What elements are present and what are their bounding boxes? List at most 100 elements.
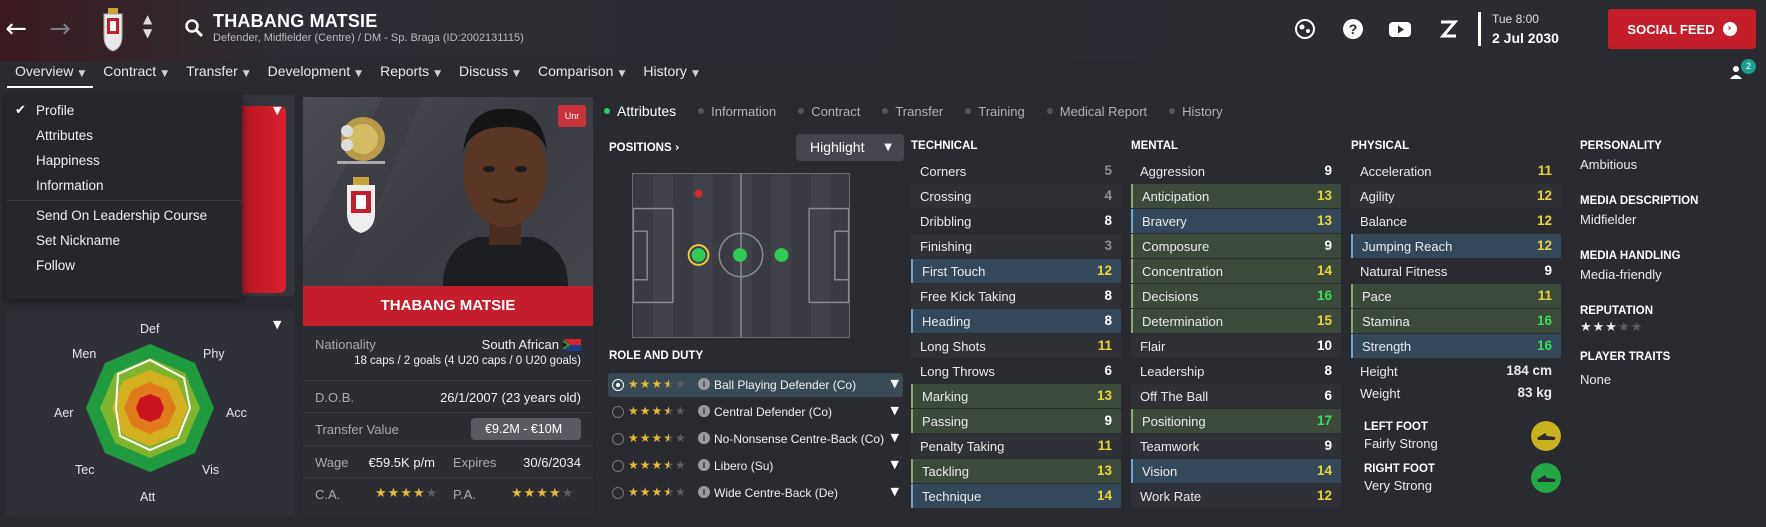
network-globe-icon[interactable] bbox=[1292, 16, 1318, 42]
dropdown-item-set-nickname[interactable]: Set Nickname bbox=[6, 228, 242, 253]
technical-attr-row[interactable]: Penalty Taking 11 bbox=[911, 434, 1121, 458]
technical-attr-row[interactable]: Heading 8 bbox=[911, 309, 1121, 333]
technical-attr-row[interactable]: First Touch 12 bbox=[911, 259, 1121, 283]
dropdown-item-happiness[interactable]: Happiness bbox=[6, 148, 242, 173]
game-date[interactable]: Tue 8:00 2 Jul 2030 bbox=[1478, 12, 1559, 46]
chevron-down-icon[interactable]: ▼ bbox=[891, 485, 899, 498]
tab-transfer[interactable]: Transfer bbox=[882, 104, 943, 119]
physical-attr-row[interactable]: Natural Fitness 9 bbox=[1351, 259, 1561, 283]
role-radio[interactable] bbox=[612, 487, 624, 499]
menu-comparison[interactable]: Comparison ▼ bbox=[530, 60, 633, 88]
technical-attr-row[interactable]: Tackling 13 bbox=[911, 459, 1121, 483]
mental-attr-row[interactable]: Leadership 8 bbox=[1131, 359, 1341, 383]
chevron-down-icon[interactable]: ▼ bbox=[891, 458, 899, 471]
video-play-icon[interactable] bbox=[1387, 16, 1413, 42]
tab-attributes[interactable]: Attributes bbox=[604, 103, 676, 119]
highlight-dropdown[interactable]: Highlight ▼ bbox=[796, 134, 904, 161]
attr-value: 12 bbox=[1316, 488, 1332, 503]
mental-attr-row[interactable]: Anticipation 13 bbox=[1131, 184, 1341, 208]
role-radio[interactable] bbox=[612, 406, 624, 418]
dropdown-item-follow[interactable]: Follow bbox=[6, 253, 242, 278]
technical-attr-row[interactable]: Long Shots 11 bbox=[911, 334, 1121, 358]
role-radio[interactable] bbox=[612, 460, 624, 472]
mental-attr-row[interactable]: Aggression 9 bbox=[1131, 159, 1341, 183]
menu-contract[interactable]: Contract ▼ bbox=[95, 60, 176, 88]
physical-attr-row[interactable]: Strength 16 bbox=[1351, 334, 1561, 358]
mental-attr-row[interactable]: Work Rate 12 bbox=[1131, 484, 1341, 508]
technical-attr-row[interactable]: Technique 14 bbox=[911, 484, 1121, 508]
chevron-down-icon[interactable]: ▼ bbox=[273, 104, 281, 117]
role-row[interactable]: ★★★★★ i Ball Playing Defender (Co) ▼ bbox=[608, 373, 903, 397]
social-feed-button[interactable]: SOCIAL FEED › bbox=[1608, 9, 1756, 49]
tab-training[interactable]: Training bbox=[965, 104, 1025, 119]
chevron-down-icon[interactable]: ▼ bbox=[891, 431, 899, 444]
technical-attr-row[interactable]: Corners 5 bbox=[911, 159, 1121, 183]
menu-reports[interactable]: Reports ▼ bbox=[372, 60, 449, 88]
technical-attr-row[interactable]: Passing 9 bbox=[911, 409, 1121, 433]
technical-attr-row[interactable]: Marking 13 bbox=[911, 384, 1121, 408]
tab-information[interactable]: Information bbox=[698, 104, 776, 119]
technical-attr-row[interactable]: Finishing 3 bbox=[911, 234, 1121, 258]
physical-attr-row[interactable]: Pace 11 bbox=[1351, 284, 1561, 308]
info-icon[interactable]: i bbox=[698, 405, 710, 417]
expires-label: Expires bbox=[453, 455, 497, 470]
mental-attr-row[interactable]: Positioning 17 bbox=[1131, 409, 1341, 433]
role-row[interactable]: ★★★★★ i No-Nonsense Centre-Back (Co) ▼ bbox=[608, 427, 903, 451]
menu-history[interactable]: History ▼ bbox=[635, 60, 706, 88]
help-icon[interactable]: ? bbox=[1340, 16, 1366, 42]
menu-discuss[interactable]: Discuss ▼ bbox=[451, 60, 528, 88]
role-radio[interactable] bbox=[612, 379, 624, 391]
forward-arrow-icon[interactable]: → bbox=[48, 14, 72, 44]
menu-overview[interactable]: Overview ▼ bbox=[7, 60, 94, 88]
chevron-down-icon[interactable]: ▼ bbox=[891, 377, 899, 390]
search-icon[interactable] bbox=[184, 18, 204, 38]
transfer-value-button[interactable]: €9.2M - €10M bbox=[471, 418, 581, 440]
dropdown-item-profile[interactable]: Profile bbox=[6, 98, 242, 123]
nationality-value[interactable]: South African bbox=[482, 337, 559, 352]
info-icon[interactable]: i bbox=[698, 459, 710, 471]
physical-attr-row[interactable]: Jumping Reach 12 bbox=[1351, 234, 1561, 258]
physical-attr-row[interactable]: Balance 12 bbox=[1351, 209, 1561, 233]
unregistered-badge[interactable]: Unr bbox=[558, 105, 586, 127]
technical-attr-row[interactable]: Free Kick Taking 8 bbox=[911, 284, 1121, 308]
zone-logo-icon[interactable] bbox=[1435, 16, 1461, 42]
tab-medical-report[interactable]: Medical Report bbox=[1046, 104, 1147, 119]
positions-link[interactable]: POSITIONS › bbox=[609, 140, 680, 154]
tab-history[interactable]: History bbox=[1169, 104, 1223, 119]
mental-attr-row[interactable]: Determination 15 bbox=[1131, 309, 1341, 333]
mental-attr-row[interactable]: Off The Ball 6 bbox=[1131, 384, 1341, 408]
menu-transfer[interactable]: Transfer ▼ bbox=[178, 60, 258, 88]
tab-contract[interactable]: Contract bbox=[798, 104, 860, 119]
mental-attr-row[interactable]: Teamwork 9 bbox=[1131, 434, 1341, 458]
club-switch-chevron-icon[interactable]: ▲ ▼ bbox=[143, 12, 152, 40]
role-row[interactable]: ★★★★★ i Wide Centre-Back (De) ▼ bbox=[608, 481, 903, 505]
attr-name: Penalty Taking bbox=[920, 439, 1005, 454]
chevron-down-icon[interactable]: ▼ bbox=[273, 318, 281, 331]
mental-attr-row[interactable]: Concentration 14 bbox=[1131, 259, 1341, 283]
dropdown-item-attributes[interactable]: Attributes bbox=[6, 123, 242, 148]
mental-attr-row[interactable]: Composure 9 bbox=[1131, 234, 1341, 258]
technical-attr-row[interactable]: Crossing 4 bbox=[911, 184, 1121, 208]
mental-attr-row[interactable]: Vision 14 bbox=[1131, 459, 1341, 483]
notifications-button[interactable]: 2 bbox=[1729, 59, 1759, 83]
role-radio[interactable] bbox=[612, 433, 624, 445]
physical-attr-row[interactable]: Acceleration 11 bbox=[1351, 159, 1561, 183]
info-icon[interactable]: i bbox=[698, 432, 710, 444]
physical-attr-row[interactable]: Stamina 16 bbox=[1351, 309, 1561, 333]
role-row[interactable]: ★★★★★ i Libero (Su) ▼ bbox=[608, 454, 903, 478]
technical-attr-row[interactable]: Long Throws 6 bbox=[911, 359, 1121, 383]
role-row[interactable]: ★★★★★ i Central Defender (Co) ▼ bbox=[608, 400, 903, 424]
physical-attr-row[interactable]: Agility 12 bbox=[1351, 184, 1561, 208]
mental-attr-row[interactable]: Decisions 16 bbox=[1131, 284, 1341, 308]
info-icon[interactable]: i bbox=[698, 486, 710, 498]
info-icon[interactable]: i bbox=[698, 378, 710, 390]
dropdown-item-leadership-course[interactable]: Send On Leadership Course bbox=[6, 203, 242, 228]
dropdown-item-information[interactable]: Information bbox=[6, 173, 242, 198]
back-arrow-icon[interactable]: ← bbox=[4, 14, 28, 44]
mental-attr-row[interactable]: Bravery 13 bbox=[1131, 209, 1341, 233]
technical-attr-row[interactable]: Dribbling 8 bbox=[911, 209, 1121, 233]
chevron-down-icon[interactable]: ▼ bbox=[891, 404, 899, 417]
club-crest-icon[interactable] bbox=[98, 8, 128, 52]
mental-attr-row[interactable]: Flair 10 bbox=[1131, 334, 1341, 358]
menu-development[interactable]: Development ▼ bbox=[260, 60, 370, 88]
